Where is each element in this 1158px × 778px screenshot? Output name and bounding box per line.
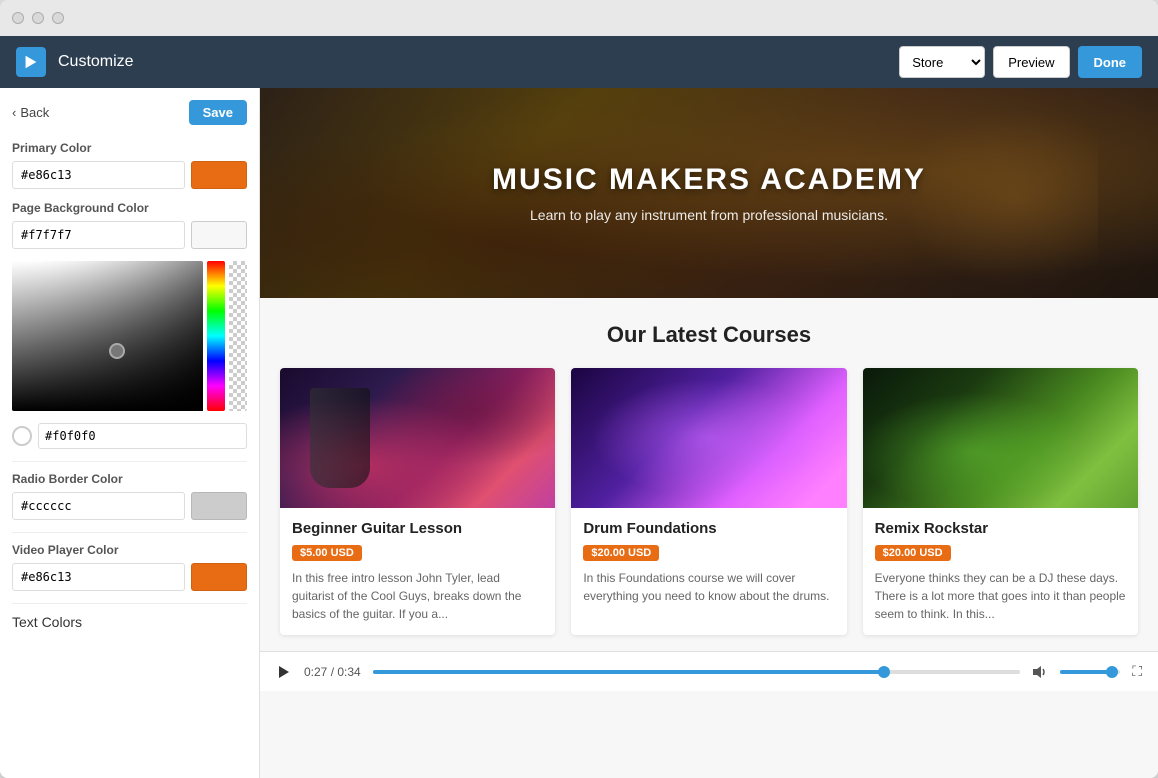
time-display: 0:27 / 0:34: [304, 665, 361, 679]
time-current: 0:27: [304, 665, 327, 679]
primary-color-input[interactable]: [12, 161, 185, 189]
volume-icon[interactable]: [1032, 664, 1048, 680]
app-header: Customize Store Preview Done: [0, 36, 1158, 88]
course-price-drum: $20.00 USD: [583, 545, 659, 561]
play-button[interactable]: [276, 664, 292, 680]
preview-area: MUSIC MAKERS ACADEMY Learn to play any i…: [260, 88, 1158, 778]
course-title-drum: Drum Foundations: [583, 520, 834, 537]
page-bg-color-input[interactable]: [12, 221, 185, 249]
color-gradient-picker[interactable]: [12, 261, 203, 411]
save-button[interactable]: Save: [189, 100, 247, 125]
app-logo: [16, 47, 46, 77]
chevron-left-icon: ‹: [12, 105, 16, 120]
color-picker: [12, 261, 247, 449]
radio-border-row: [12, 492, 247, 520]
primary-color-row: [12, 161, 247, 189]
hero-banner: MUSIC MAKERS ACADEMY Learn to play any i…: [260, 88, 1158, 298]
course-thumb-guitar: [280, 368, 555, 508]
guitar-silhouette: [310, 388, 370, 488]
header-actions: Store Preview Done: [899, 46, 1142, 78]
sidebar-top-bar: ‹ Back Save: [12, 100, 247, 125]
done-button[interactable]: Done: [1078, 46, 1143, 78]
progress-fill: [373, 670, 884, 674]
course-body-drum: Drum Foundations $20.00 USD In this Foun…: [571, 508, 846, 617]
color-picker-thumb[interactable]: [109, 343, 125, 359]
picker-hex-input[interactable]: [38, 423, 247, 449]
preview-button[interactable]: Preview: [993, 46, 1069, 78]
course-thumb-dj: [863, 368, 1138, 508]
fullscreen-icon[interactable]: ⛶: [1132, 663, 1142, 680]
minimize-button[interactable]: [32, 12, 44, 24]
course-thumb-drum: [571, 368, 846, 508]
divider-2: [12, 532, 247, 533]
volume-bar[interactable]: [1060, 670, 1120, 674]
course-card-dj[interactable]: Remix Rockstar $20.00 USD Everyone think…: [863, 368, 1138, 635]
hero-title: MUSIC MAKERS ACADEMY: [492, 163, 926, 197]
main-area: ‹ Back Save Primary Color Page Backgroun…: [0, 88, 1158, 778]
page-bg-color-swatch[interactable]: [191, 221, 247, 249]
primary-color-label: Primary Color: [12, 141, 247, 155]
time-total: 0:34: [337, 665, 360, 679]
hue-slider[interactable]: [207, 261, 225, 411]
video-player-input[interactable]: [12, 563, 185, 591]
video-player-label: Video Player Color: [12, 543, 247, 557]
course-card-guitar[interactable]: Beginner Guitar Lesson $5.00 USD In this…: [280, 368, 555, 635]
courses-grid: Beginner Guitar Lesson $5.00 USD In this…: [280, 368, 1138, 635]
video-player-swatch[interactable]: [191, 563, 247, 591]
course-title-dj: Remix Rockstar: [875, 520, 1126, 537]
divider-3: [12, 603, 247, 604]
course-body-guitar: Beginner Guitar Lesson $5.00 USD In this…: [280, 508, 555, 635]
courses-heading: Our Latest Courses: [280, 322, 1138, 348]
text-colors-label: Text Colors: [12, 614, 82, 630]
progress-thumb[interactable]: [878, 666, 890, 678]
volume-thumb[interactable]: [1106, 666, 1118, 678]
course-price-guitar: $5.00 USD: [292, 545, 362, 561]
primary-color-swatch[interactable]: [191, 161, 247, 189]
divider-1: [12, 461, 247, 462]
text-colors-section: Text Colors: [12, 614, 247, 632]
radio-border-input[interactable]: [12, 492, 185, 520]
video-progress-bar[interactable]: [373, 670, 1020, 674]
page-bg-color-label: Page Background Color: [12, 201, 247, 215]
video-player-row: [12, 563, 247, 591]
radio-border-label: Radio Border Color: [12, 472, 247, 486]
course-title-guitar: Beginner Guitar Lesson: [292, 520, 543, 537]
hero-decoration: [898, 108, 1098, 288]
store-select[interactable]: Store: [899, 46, 985, 78]
page-bg-color-row: [12, 221, 247, 249]
app-title: Customize: [58, 53, 134, 71]
back-label: Back: [20, 105, 49, 120]
course-body-dj: Remix Rockstar $20.00 USD Everyone think…: [863, 508, 1138, 635]
volume-fill: [1060, 670, 1111, 674]
course-card-drum[interactable]: Drum Foundations $20.00 USD In this Foun…: [571, 368, 846, 635]
course-desc-guitar: In this free intro lesson John Tyler, le…: [292, 569, 543, 623]
course-desc-drum: In this Foundations course we will cover…: [583, 569, 834, 605]
close-button[interactable]: [12, 12, 24, 24]
hero-subtitle: Learn to play any instrument from profes…: [530, 207, 888, 223]
video-player-bar: 0:27 / 0:34 ⛶: [260, 651, 1158, 691]
color-circle-preview: [12, 426, 32, 446]
course-price-dj: $20.00 USD: [875, 545, 951, 561]
radio-border-swatch[interactable]: [191, 492, 247, 520]
alpha-slider[interactable]: [229, 261, 247, 411]
courses-section: Our Latest Courses Beginner Guitar Lesso…: [260, 298, 1158, 651]
title-bar: [0, 0, 1158, 36]
course-desc-dj: Everyone thinks they can be a DJ these d…: [875, 569, 1126, 623]
sidebar: ‹ Back Save Primary Color Page Backgroun…: [0, 88, 260, 778]
picker-bottom: [12, 423, 247, 449]
logo-icon: [22, 53, 40, 71]
maximize-button[interactable]: [52, 12, 64, 24]
back-link[interactable]: ‹ Back: [12, 105, 49, 120]
